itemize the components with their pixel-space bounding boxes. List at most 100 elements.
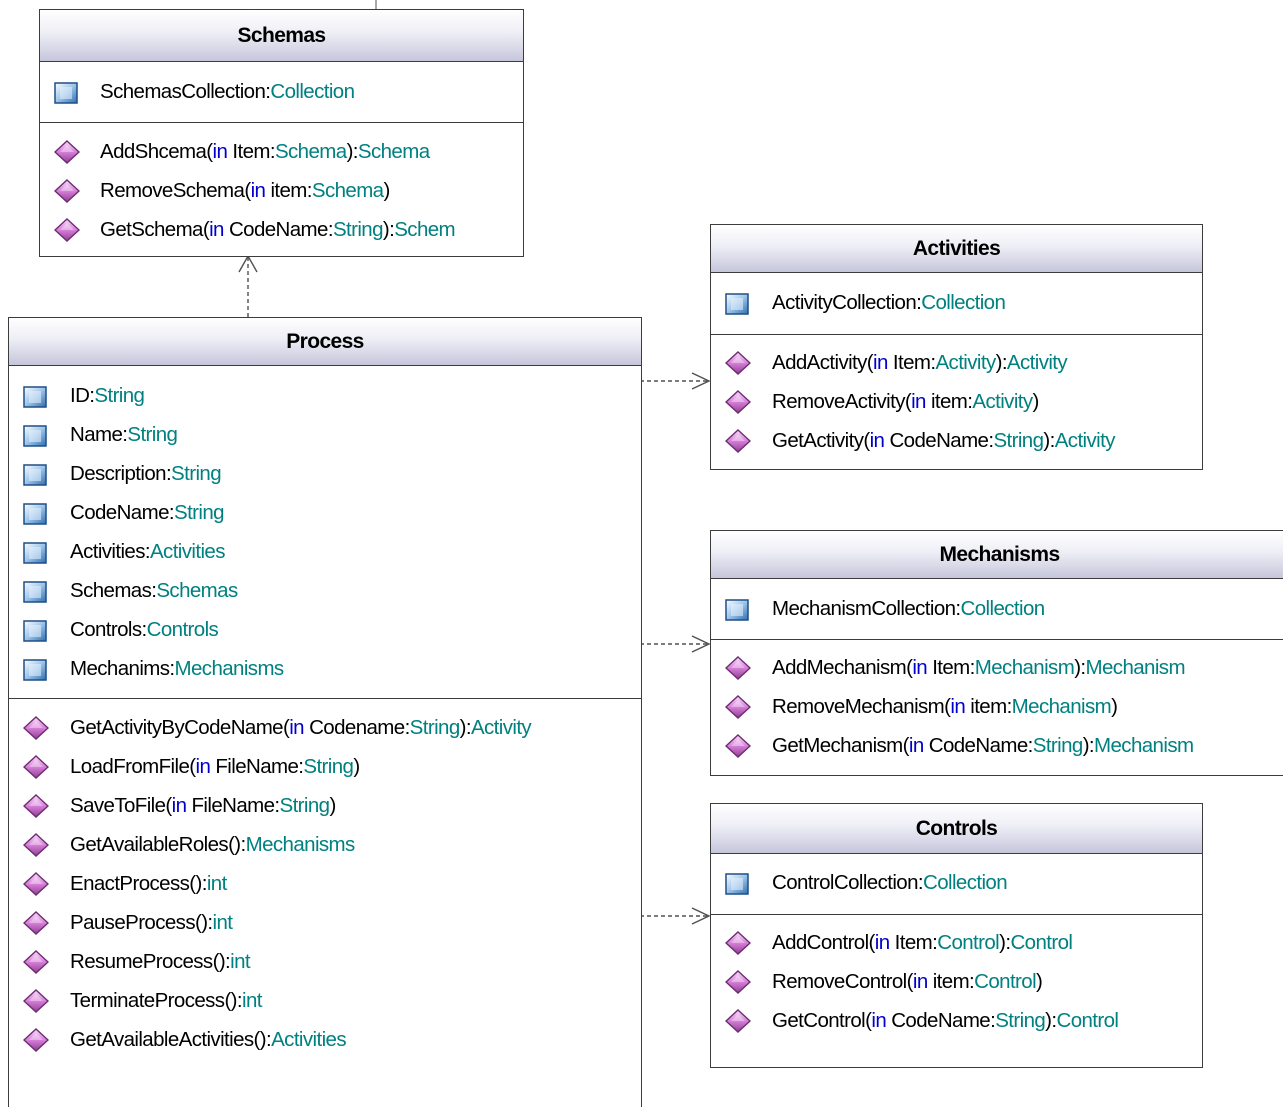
attribute-signature: Description:String: [70, 454, 222, 493]
param-direction-keyword: in: [908, 734, 924, 757]
signature-text: ):: [382, 218, 395, 241]
class-box-activities[interactable]: Activities ActivityCollection:Collection…: [710, 224, 1203, 470]
method-icon: [54, 140, 80, 164]
type-name: String: [279, 794, 331, 817]
method-row[interactable]: SaveToFile(in FileName:String): [9, 786, 641, 825]
param-direction-keyword: in: [950, 695, 966, 718]
method-row[interactable]: GetAvailableRoles():Mechanisms: [9, 825, 641, 864]
type-name: Mechanism: [1085, 656, 1186, 679]
method-icon: [725, 390, 751, 414]
method-row[interactable]: AddMechanism(in Item:Mechanism):Mechanis…: [711, 648, 1283, 687]
attribute-row[interactable]: MechanismCollection:Collection: [711, 589, 1283, 628]
class-box-schemas[interactable]: Schemas SchemasCollection:Collection Add…: [39, 9, 524, 257]
attribute-signature: CodeName:String: [70, 493, 225, 532]
signature-text: RemoveControl(: [772, 970, 913, 993]
method-row[interactable]: GetMechanism(in CodeName:String):Mechani…: [711, 726, 1283, 765]
type-name: int: [206, 872, 227, 895]
type-name: Controls: [146, 618, 219, 641]
attribute-row[interactable]: ActivityCollection:Collection: [711, 283, 1202, 322]
signature-text: MechanismCollection:: [772, 597, 961, 620]
signature-text: RemoveActivity(: [772, 390, 912, 413]
signature-text: item:: [265, 179, 312, 202]
type-name: Activities: [149, 540, 225, 563]
method-signature: RemoveControl(in item:Control): [772, 962, 1043, 1001]
method-row[interactable]: TerminateProcess():int: [9, 981, 641, 1020]
class-box-mechanisms[interactable]: Mechanisms MechanismCollection:Collectio…: [710, 530, 1283, 776]
param-direction-keyword: in: [871, 1009, 887, 1032]
attribute-row[interactable]: ControlCollection:Collection: [711, 863, 1202, 902]
method-icon: [725, 695, 751, 719]
method-icon: [54, 218, 80, 242]
method-icon: [23, 716, 49, 740]
param-direction-keyword: in: [874, 931, 890, 954]
method-row[interactable]: EnactProcess():int: [9, 864, 641, 903]
method-row[interactable]: PauseProcess():int: [9, 903, 641, 942]
method-icon: [23, 950, 49, 974]
method-row[interactable]: AddActivity(in Item:Activity):Activity: [711, 343, 1202, 382]
method-row[interactable]: ResumeProcess():int: [9, 942, 641, 981]
param-direction-keyword: in: [209, 218, 224, 241]
signature-text: ):: [1074, 656, 1086, 679]
attribute-row[interactable]: Schemas:Schemas: [9, 571, 641, 610]
method-signature: GetAvailableActivities():Activities: [70, 1020, 347, 1059]
attribute-row[interactable]: CodeName:String: [9, 493, 641, 532]
signature-text: Item:: [889, 931, 938, 954]
type-name: String: [174, 501, 225, 524]
method-row[interactable]: AddControl(in Item:Control):Control: [711, 923, 1202, 962]
signature-text: ):: [999, 931, 1011, 954]
attributes-section-controls: ControlCollection:Collection: [711, 854, 1202, 915]
attribute-row[interactable]: Name:String: [9, 415, 641, 454]
type-name: Control: [974, 970, 1037, 993]
attribute-signature: Controls:Controls: [70, 610, 219, 649]
type-name: Activity: [1006, 351, 1068, 374]
method-row[interactable]: RemoveActivity(in item:Activity): [711, 382, 1202, 421]
method-row[interactable]: RemoveSchema(in item:Schema): [40, 171, 523, 210]
attribute-row[interactable]: ID:String: [9, 376, 641, 415]
attribute-row[interactable]: SchemasCollection:Collection: [40, 72, 523, 111]
signature-text: RemoveSchema(: [100, 179, 251, 202]
signature-text: ):: [1043, 429, 1055, 452]
method-signature: GetAvailableRoles():Mechanisms: [70, 825, 355, 864]
method-signature: GetActivityByCodeName(in Codename:String…: [70, 708, 532, 747]
signature-text: Schemas:: [70, 579, 157, 602]
signature-text: LoadFromFile(: [70, 755, 196, 778]
attribute-row[interactable]: Controls:Controls: [9, 610, 641, 649]
signature-text: ): [353, 755, 360, 778]
method-icon: [23, 989, 49, 1013]
class-box-process[interactable]: Process ID:String Name:String Description:…: [8, 317, 642, 1107]
type-name: String: [409, 716, 461, 739]
method-row[interactable]: AddShcema(in Item:Schema):Schema: [40, 132, 523, 171]
type-name: String: [94, 384, 145, 407]
attribute-row[interactable]: Mechanims:Mechanisms: [9, 649, 641, 688]
param-direction-keyword: in: [912, 970, 928, 993]
method-signature: SaveToFile(in FileName:String): [70, 786, 336, 825]
signature-text: AddMechanism(: [772, 656, 913, 679]
class-box-controls[interactable]: Controls ControlCollection:Collection Ad…: [710, 803, 1203, 1068]
param-direction-keyword: in: [195, 755, 211, 778]
method-row[interactable]: RemoveControl(in item:Control): [711, 962, 1202, 1001]
attribute-signature: ActivityCollection:Collection: [772, 283, 1006, 322]
method-row[interactable]: GetActivity(in CodeName:String):Activity: [711, 421, 1202, 460]
signature-text: PauseProcess():: [70, 911, 213, 934]
attributes-section-schemas: SchemasCollection:Collection: [40, 62, 523, 123]
attribute-row[interactable]: Activities:Activities: [9, 532, 641, 571]
method-row[interactable]: GetAvailableActivities():Activities: [9, 1020, 641, 1059]
method-row[interactable]: GetControl(in CodeName:String):Control: [711, 1001, 1202, 1040]
method-icon: [725, 734, 751, 758]
attribute-row[interactable]: Description:String: [9, 454, 641, 493]
method-icon: [725, 931, 751, 955]
method-signature: GetControl(in CodeName:String):Control: [772, 1001, 1119, 1040]
field-icon: [23, 464, 47, 486]
method-row[interactable]: LoadFromFile(in FileName:String): [9, 747, 641, 786]
signature-text: CodeName:: [223, 218, 334, 241]
method-row[interactable]: RemoveMechanism(in item:Mechanism): [711, 687, 1283, 726]
type-name: int: [212, 911, 233, 934]
method-row[interactable]: GetSchema(in CodeName:String):Schem: [40, 210, 523, 249]
param-direction-keyword: in: [873, 351, 888, 374]
method-icon: [23, 1028, 49, 1052]
method-row[interactable]: GetActivityByCodeName(in Codename:String…: [9, 708, 641, 747]
signature-text: ): [1111, 695, 1118, 718]
signature-text: Controls:: [70, 618, 147, 641]
param-direction-keyword: in: [912, 656, 928, 679]
param-direction-keyword: in: [171, 794, 187, 817]
